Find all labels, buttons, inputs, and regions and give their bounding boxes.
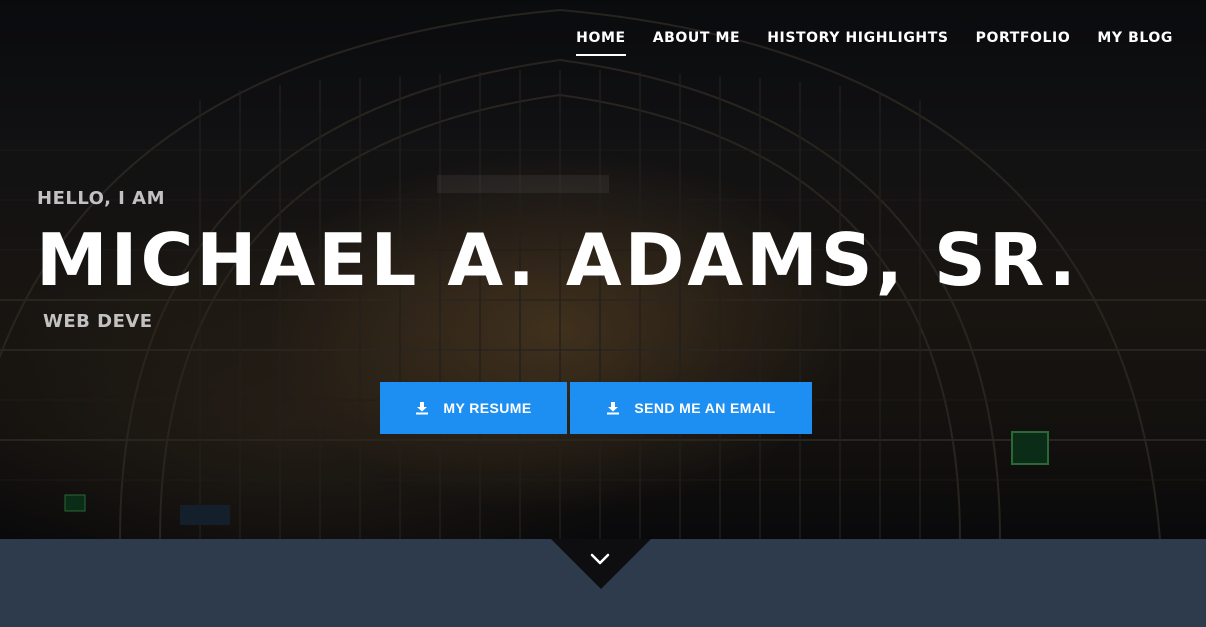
send-email-label: SEND ME AN EMAIL [634,400,776,416]
nav-item-home[interactable]: HOME [576,30,626,56]
download-icon [607,402,620,415]
hero-name: MICHAEL A. ADAMS, SR. [36,218,1079,302]
send-email-button[interactable]: SEND ME AN EMAIL [570,382,812,434]
chevron-down-icon[interactable] [589,551,611,567]
nav-item-my-blog[interactable]: MY BLOG [1097,30,1173,56]
download-icon [416,402,429,415]
my-resume-button[interactable]: MY RESUME [380,382,567,434]
my-resume-label: MY RESUME [443,400,532,416]
nav-item-portfolio[interactable]: PORTFOLIO [976,30,1071,56]
nav-item-about-me[interactable]: ABOUT ME [653,30,741,56]
hero-role-typed: WEB DEVE [43,311,153,332]
nav-item-history-highlights[interactable]: HISTORY HIGHLIGHTS [767,30,948,56]
hero-section: HOME ABOUT ME HISTORY HIGHLIGHTS PORTFOL… [0,0,1206,539]
background-sign [437,175,609,193]
main-navigation: HOME ABOUT ME HISTORY HIGHLIGHTS PORTFOL… [549,0,1206,78]
hero-greeting: HELLO, I AM [37,188,165,209]
